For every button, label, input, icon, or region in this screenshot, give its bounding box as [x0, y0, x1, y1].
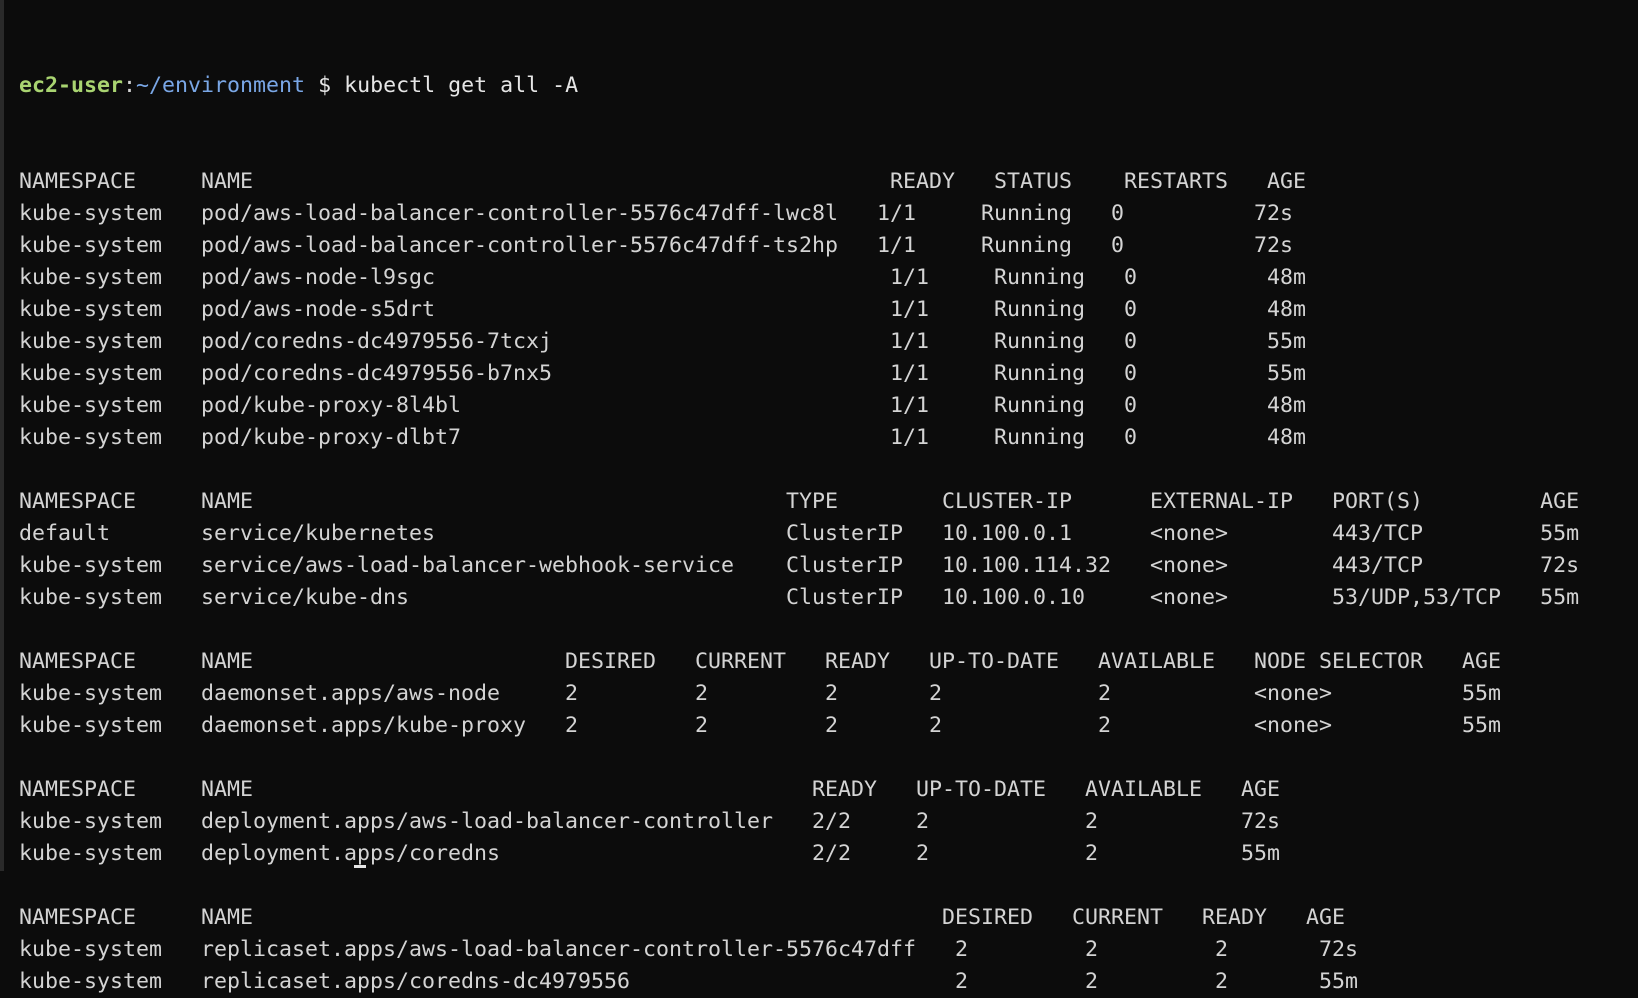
output-line: default service/kubernetes ClusterIP 10.… — [19, 521, 1580, 546]
output-line: kube-system pod/aws-node-s5drt 1/1 Runni… — [19, 297, 1307, 322]
output-line: kube-system replicaset.apps/coredns-dc49… — [19, 969, 1359, 994]
output-line: kube-system pod/coredns-dc4979556-7tcxj … — [19, 329, 1307, 354]
prompt-separator: : — [123, 73, 137, 98]
output-line: kube-system service/kube-dns ClusterIP 1… — [19, 585, 1580, 610]
output-line: kube-system deployment.apps/aws-load-bal… — [19, 809, 1281, 834]
terminal-output: ec2-user:~/environment $ kubectl get all… — [19, 6, 1579, 998]
output-line: kube-system replicaset.apps/aws-load-bal… — [19, 937, 1359, 962]
output-line: kube-system daemonset.apps/aws-node 2 2 … — [19, 681, 1502, 706]
output-line: kube-system pod/coredns-dc4979556-b7nx5 … — [19, 361, 1307, 386]
prompt-user: ec2-user — [19, 73, 124, 98]
output-line: kube-system deployment.apps/coredns 2/2 … — [19, 841, 1281, 866]
output-line: kube-system pod/kube-proxy-8l4bl 1/1 Run… — [19, 393, 1307, 418]
output-line: NAMESPACE NAME READY UP-TO-DATE AVAILABL… — [19, 777, 1281, 802]
output-line: kube-system service/aws-load-balancer-we… — [19, 553, 1580, 578]
output-line: NAMESPACE NAME TYPE CLUSTER-IP EXTERNAL-… — [19, 489, 1580, 514]
output-line: NAMESPACE NAME DESIRED CURRENT READY UP-… — [19, 649, 1502, 674]
output-line: kube-system daemonset.apps/kube-proxy 2 … — [19, 713, 1502, 738]
text-cursor — [354, 865, 366, 868]
prompt-path: ~/environment — [136, 73, 306, 98]
output-line: kube-system pod/aws-node-l9sgc 1/1 Runni… — [19, 265, 1307, 290]
terminal-window[interactable]: ec2-user:~/environment $ kubectl get all… — [0, 0, 1638, 994]
prompt-line: ec2-user:~/environment $ kubectl get all… — [19, 70, 1579, 102]
output-line: kube-system pod/aws-load-balancer-contro… — [19, 201, 1294, 226]
output-line: kube-system pod/kube-proxy-dlbt7 1/1 Run… — [19, 425, 1307, 450]
output-line: NAMESPACE NAME READY STATUS RESTARTS AGE — [19, 169, 1307, 194]
prompt-symbol: $ — [318, 73, 332, 98]
output-line: kube-system pod/aws-load-balancer-contro… — [19, 233, 1294, 258]
command-text: kubectl get all -A — [344, 73, 579, 98]
output-line: NAMESPACE NAME DESIRED CURRENT READY AGE — [19, 905, 1346, 930]
